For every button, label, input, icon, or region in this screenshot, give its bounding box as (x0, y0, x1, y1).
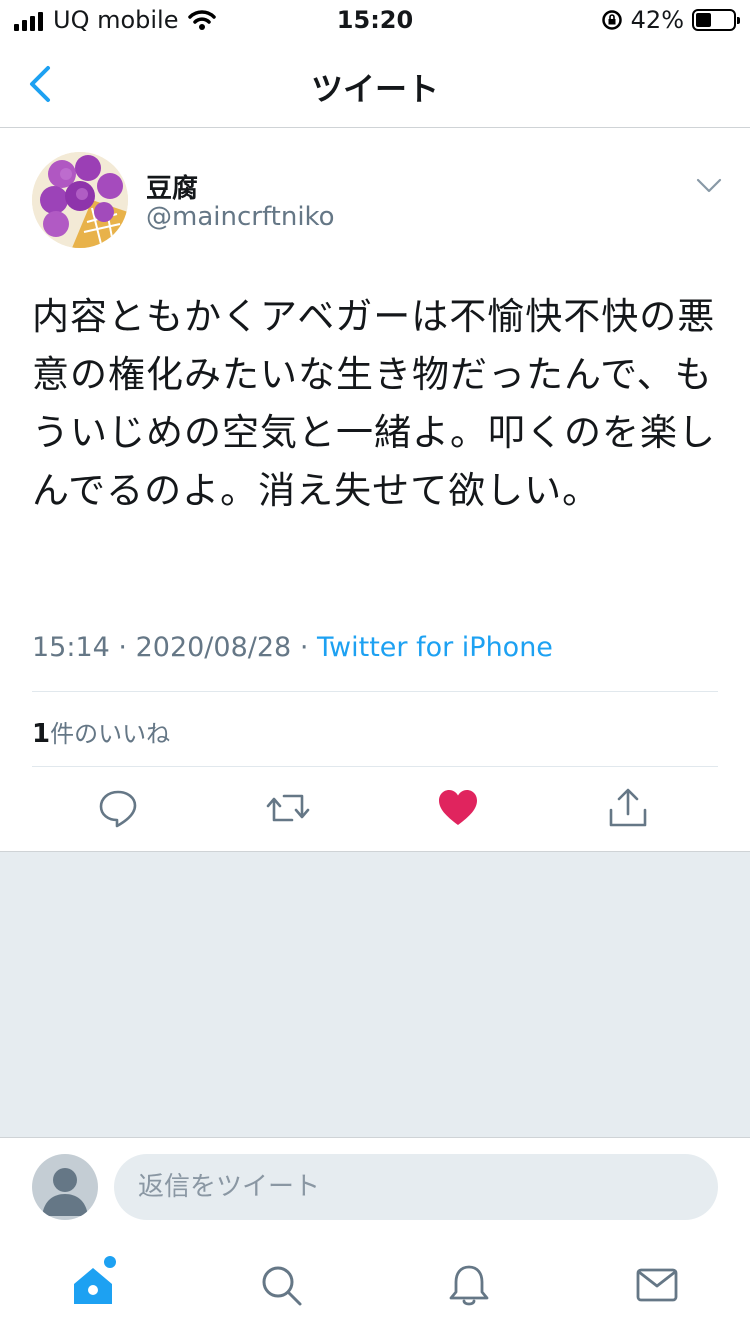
user-handle[interactable]: @maincrftniko (146, 202, 335, 232)
notifications-icon[interactable] (446, 1262, 492, 1308)
reply-icon[interactable] (96, 786, 140, 830)
share-icon[interactable] (606, 786, 650, 830)
display-name[interactable]: 豆腐 (146, 168, 198, 205)
nav-bar: ツイート (0, 40, 750, 128)
avatar[interactable] (32, 152, 128, 248)
reply-input[interactable] (114, 1154, 718, 1220)
messages-icon[interactable] (634, 1262, 680, 1308)
tweet-meta: 15:14 · 2020/08/28 · Twitter for iPhone (32, 632, 553, 663)
empty-replies-area (0, 851, 750, 1138)
likes-count: 1 (32, 719, 51, 749)
tweet-date: 2020/08/28 (135, 632, 292, 663)
avatar-image (32, 152, 128, 248)
meta-separator: · (299, 632, 309, 663)
heart-icon[interactable] (436, 786, 480, 830)
home-badge-dot (104, 1256, 116, 1268)
chevron-down-icon[interactable] (694, 172, 724, 198)
tweet-time: 15:14 (32, 632, 110, 663)
avatar (32, 1154, 98, 1220)
likes-label: 件のいいね (50, 720, 171, 748)
battery-percent: 42% (630, 6, 684, 34)
home-icon[interactable] (70, 1262, 116, 1308)
search-icon[interactable] (258, 1262, 304, 1308)
rotation-lock-icon (601, 10, 622, 30)
meta-separator: · (118, 632, 127, 663)
divider (32, 766, 718, 767)
status-bar: UQ mobile 15:20 42% (0, 0, 750, 40)
tweet-source-link[interactable]: Twitter for iPhone (317, 632, 553, 663)
likes-summary[interactable]: 1件のいいね (32, 714, 170, 749)
tweet-text: 内容ともかくアベガーは不愉快不快の悪意の権化みたいな生き物だったんで、もういじめ… (32, 295, 716, 512)
retweet-icon[interactable] (266, 786, 310, 830)
default-avatar-icon (42, 1168, 88, 1216)
divider (32, 691, 718, 692)
battery-icon (692, 9, 740, 31)
page-title: ツイート (310, 70, 439, 108)
